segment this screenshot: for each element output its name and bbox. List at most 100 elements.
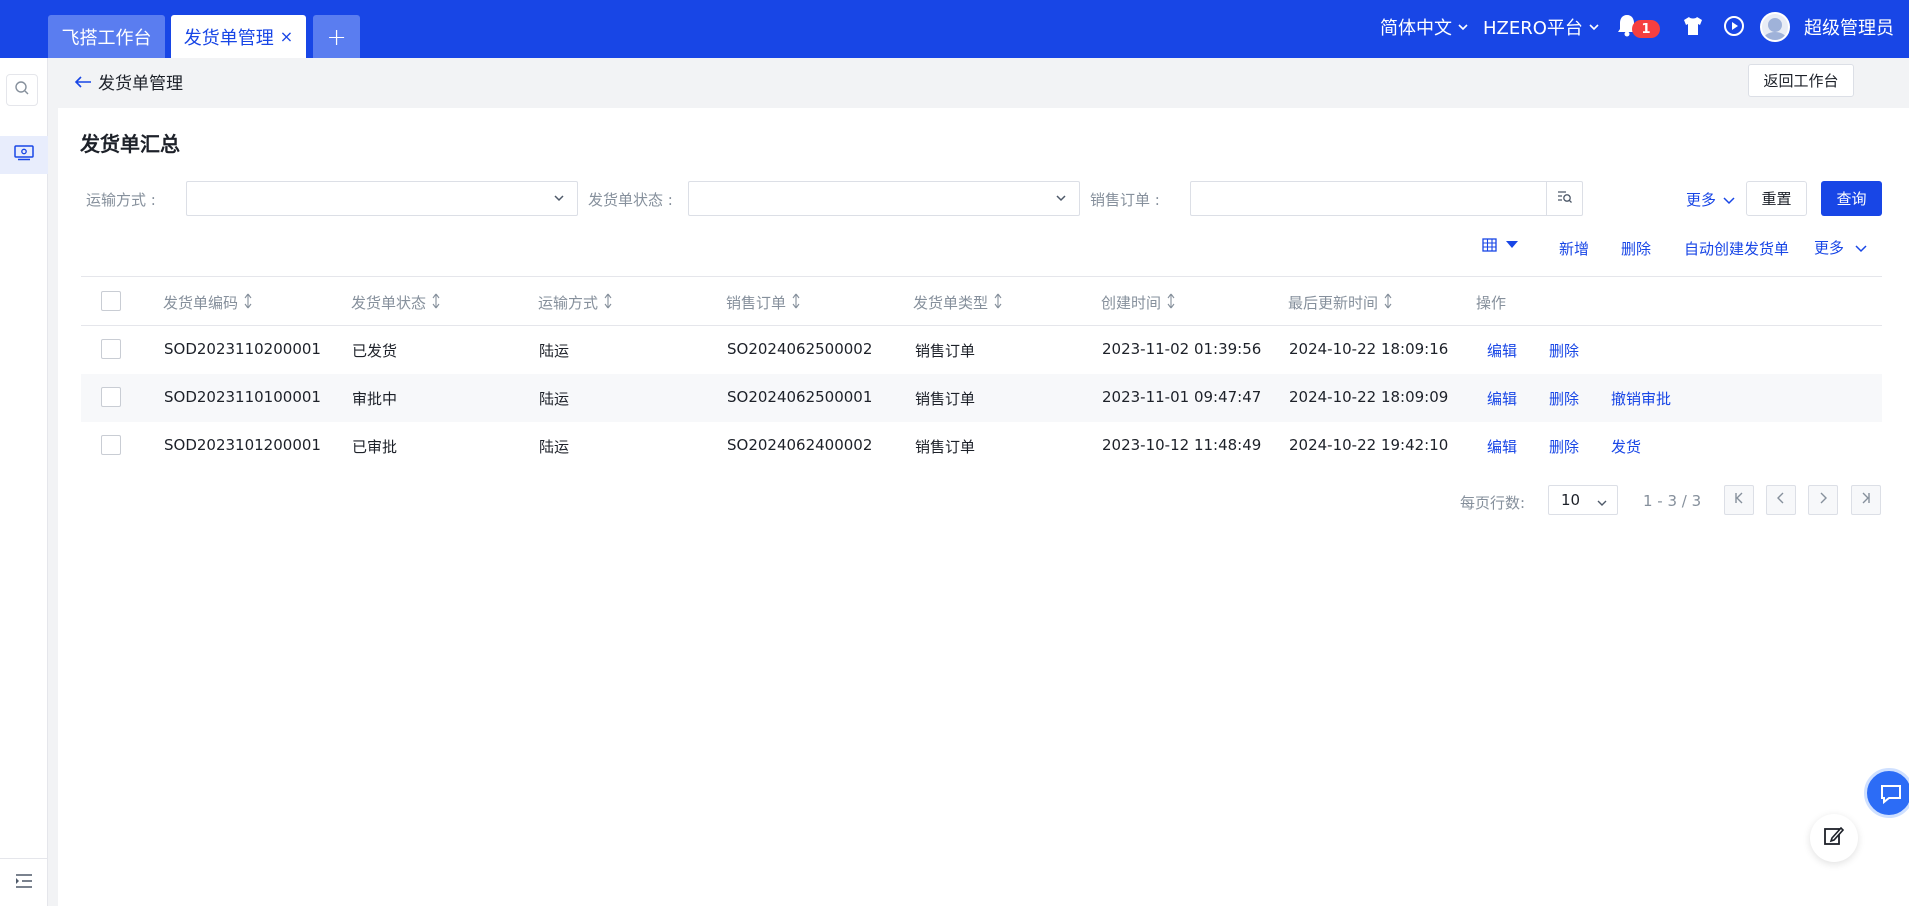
user-name: 超级管理员 <box>1804 18 1894 39</box>
cell-updated: 2024-10-22 18:09:16 <box>1289 340 1449 358</box>
column-header[interactable]: 发货单状态 <box>351 292 440 313</box>
breadcrumb: 发货单管理 <box>74 69 183 94</box>
column-header[interactable]: 发货单编码 <box>163 292 252 313</box>
prev-page-button[interactable] <box>1766 485 1796 515</box>
delete-link[interactable]: 删除 <box>1549 388 1579 409</box>
help-assistant-button[interactable] <box>1864 768 1909 818</box>
filter-more-toggle[interactable]: 更多 <box>1686 189 1735 210</box>
avatar[interactable] <box>1760 12 1790 42</box>
toolbar-more-button[interactable]: 更多 <box>1814 237 1867 258</box>
column-header[interactable]: 最后更新时间 <box>1288 292 1392 313</box>
cell-status: 审批中 <box>352 390 398 408</box>
sort-icon[interactable] <box>1167 293 1175 313</box>
cell-type: 销售订单 <box>915 438 976 456</box>
row-checkbox[interactable] <box>101 339 121 359</box>
main-card <box>58 108 1909 906</box>
shipment-table: 发货单编码 发货单状态 运输方式 销售订单 发货单类型 创建时间 最后更新时间 … <box>81 276 1882 470</box>
sort-icon[interactable] <box>792 293 800 313</box>
cell-code: SOD2023101200001 <box>164 436 321 454</box>
add-button[interactable]: 新增 <box>1559 238 1589 259</box>
ship-link[interactable]: 发货 <box>1611 436 1641 457</box>
row-checkbox[interactable] <box>101 435 121 455</box>
first-page-icon <box>1734 492 1744 508</box>
user-menu[interactable]: 超级管理员 <box>1804 14 1894 40</box>
chevron-down-icon <box>1458 20 1468 34</box>
reset-button[interactable]: 重置 <box>1746 181 1807 216</box>
page-breadcrumb-title: 发货单管理 <box>98 74 183 94</box>
search-icon <box>14 80 30 100</box>
column-header[interactable]: 销售订单 <box>726 292 800 313</box>
cell-code: SOD2023110100001 <box>164 388 321 406</box>
delete-button[interactable]: 删除 <box>1621 238 1651 259</box>
last-page-button[interactable] <box>1851 485 1881 515</box>
tab-workbench-label: 飞搭工作台 <box>61 27 152 49</box>
revoke-approval-link[interactable]: 撤销审批 <box>1611 388 1671 409</box>
cell-updated: 2024-10-22 18:09:09 <box>1289 388 1449 406</box>
column-header[interactable]: 发货单类型 <box>913 292 1002 313</box>
first-page-button[interactable] <box>1724 485 1754 515</box>
sales-order-lov[interactable] <box>1190 181 1583 216</box>
tab-close-icon[interactable]: × <box>280 27 293 46</box>
cell-created: 2023-11-02 01:39:56 <box>1102 340 1262 358</box>
cell-sales-order: SO2024062500001 <box>727 388 873 406</box>
column-header-label: 发货单类型 <box>913 294 989 312</box>
delete-link[interactable]: 删除 <box>1549 340 1579 361</box>
next-page-button[interactable] <box>1808 485 1838 515</box>
column-settings-button[interactable] <box>1482 238 1518 252</box>
language-label: 简体中文 <box>1380 18 1452 39</box>
cell-code: SOD2023110200001 <box>164 340 321 358</box>
menu-collapse-icon <box>15 873 33 893</box>
tab-shipment-label: 发货单管理 <box>183 27 274 49</box>
cell-status: 已发货 <box>352 342 398 360</box>
auto-create-button[interactable]: 自动创建发货单 <box>1684 238 1789 259</box>
column-header-label: 销售订单 <box>726 294 787 312</box>
select-all-checkbox[interactable] <box>101 291 121 311</box>
left-sidebar <box>0 58 48 906</box>
sort-icon[interactable] <box>244 293 252 313</box>
column-header[interactable]: 创建时间 <box>1101 292 1175 313</box>
chat-bubble-icon <box>1879 782 1903 810</box>
cell-sales-order: SO2024062400002 <box>727 436 873 454</box>
cell-created: 2023-10-12 11:48:49 <box>1102 436 1262 454</box>
chevron-down-icon <box>1055 192 1067 208</box>
column-header-label: 发货单编码 <box>163 294 239 312</box>
add-tab-button[interactable]: + <box>313 15 360 58</box>
sort-icon[interactable] <box>1384 293 1392 313</box>
sort-icon[interactable] <box>994 293 1002 313</box>
platform-label: HZERO平台 <box>1483 18 1583 39</box>
collapse-menu-button[interactable] <box>0 858 48 906</box>
sort-icon[interactable] <box>432 293 440 313</box>
page-size-select[interactable]: 10 <box>1548 485 1618 515</box>
language-selector[interactable]: 简体中文 <box>1380 14 1468 40</box>
chevron-down-icon <box>1589 20 1599 34</box>
page-size-value: 10 <box>1561 491 1581 509</box>
page-size-label: 每页行数: <box>1460 494 1526 512</box>
transport-select[interactable] <box>186 181 578 216</box>
column-header: 操作 <box>1476 292 1506 313</box>
cell-status: 已审批 <box>352 438 398 456</box>
column-header[interactable]: 运输方式 <box>538 292 612 313</box>
platform-selector[interactable]: HZERO平台 <box>1483 14 1599 40</box>
cell-transport: 陆运 <box>539 390 570 408</box>
status-select[interactable] <box>688 181 1080 216</box>
cell-type: 销售订单 <box>915 390 976 408</box>
query-button[interactable]: 查询 <box>1821 181 1882 216</box>
delete-link[interactable]: 删除 <box>1549 436 1579 457</box>
shirt-icon[interactable] <box>1682 15 1704 37</box>
play-circle-icon[interactable] <box>1723 15 1745 37</box>
row-checkbox[interactable] <box>101 387 121 407</box>
menu-search-button[interactable] <box>6 74 38 106</box>
tab-workbench[interactable]: 飞搭工作台 <box>48 15 165 58</box>
back-arrow-icon[interactable] <box>74 75 92 89</box>
edit-link[interactable]: 编辑 <box>1487 388 1517 409</box>
lov-search-button[interactable] <box>1546 182 1582 215</box>
edit-link[interactable]: 编辑 <box>1487 340 1517 361</box>
menu-item-active[interactable] <box>0 136 48 174</box>
edit-link[interactable]: 编辑 <box>1487 436 1517 457</box>
cell-sales-order: SO2024062500002 <box>727 340 873 358</box>
table-row: SOD2023101200001 已审批 陆运 SO2024062400002 … <box>81 422 1882 470</box>
sort-icon[interactable] <box>604 293 612 313</box>
feedback-edit-button[interactable] <box>1810 814 1858 862</box>
tab-shipment-management[interactable]: 发货单管理 × <box>171 15 306 58</box>
back-to-workbench-button[interactable]: 返回工作台 <box>1748 64 1854 97</box>
